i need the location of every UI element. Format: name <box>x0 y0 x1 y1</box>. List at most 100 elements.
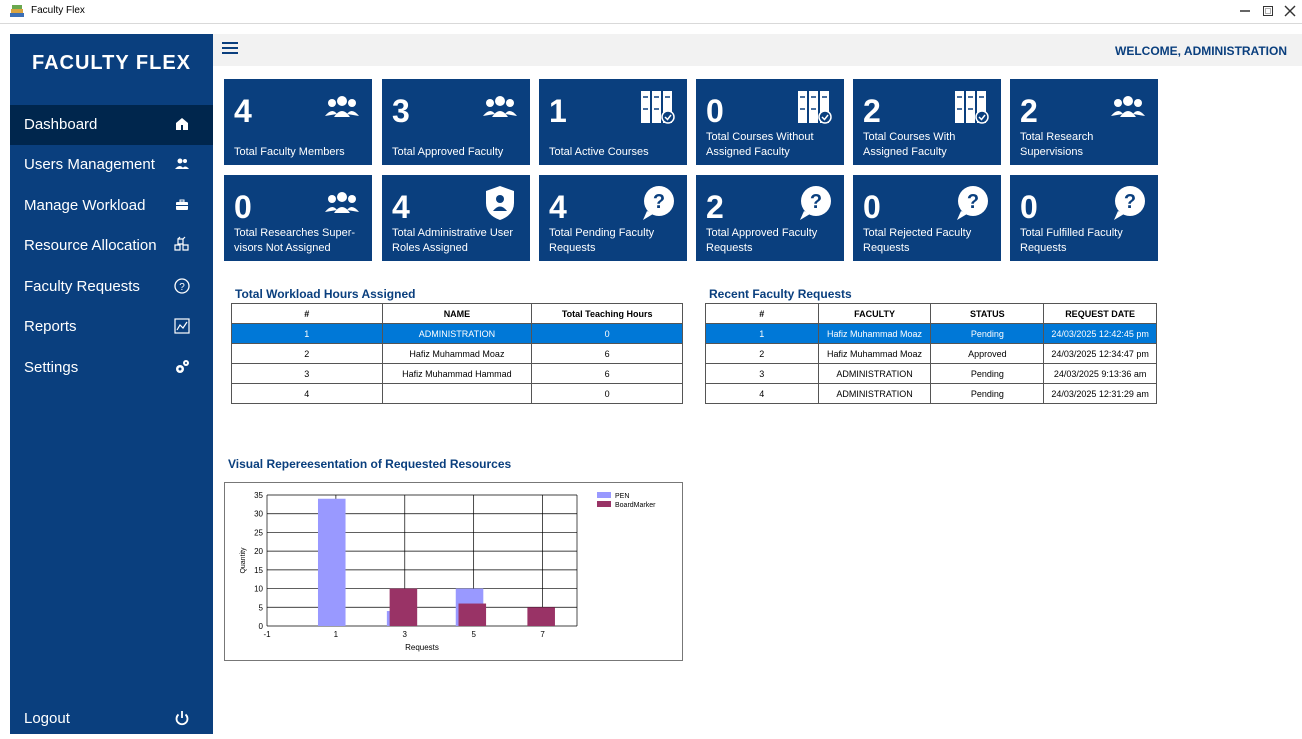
bar-pen <box>317 498 346 626</box>
sidebar-item-users-management[interactable]: Users Management <box>10 145 213 185</box>
books-check-icon <box>798 91 832 124</box>
card-label: Total Approved Faculty Requests <box>706 227 818 254</box>
card-research-supervisions[interactable]: 2 Total Research Supervisions <box>1010 79 1158 165</box>
y-tick-label: 10 <box>254 585 263 594</box>
card-value: 2 <box>1020 93 1038 129</box>
sidebar-item-label: Settings <box>24 359 79 376</box>
y-tick-label: 20 <box>254 547 263 556</box>
table-cell: 2 <box>231 343 383 364</box>
card-pending-requests[interactable]: 4 ? Total Pending Faculty Requests <box>539 175 687 261</box>
sidebar-item-label: Manage Workload <box>24 197 146 214</box>
table-row[interactable]: 4 ADMINISTRATION Pending 24/03/2025 12:3… <box>705 383 1157 404</box>
briefcase-icon <box>176 199 188 210</box>
sidebar-item-manage-workload[interactable]: Manage Workload <box>10 186 213 226</box>
minimize-button[interactable] <box>1236 2 1254 20</box>
bar-boardmarker <box>389 588 418 626</box>
table-cell: 4 <box>705 383 819 404</box>
sidebar-item-dashboard[interactable]: Dashboard <box>10 105 213 145</box>
card-courses-without-faculty[interactable]: 0 Total Courses Without Assigned Faculty <box>696 79 844 165</box>
close-button[interactable] <box>1281 2 1299 20</box>
question-bubble-icon: ? <box>800 186 831 220</box>
card-label: Total Courses With Assigned Faculty <box>863 131 956 158</box>
column-header[interactable]: FACULTY <box>817 303 932 324</box>
card-label: Total Administrative User Roles Assigned <box>392 227 514 254</box>
window-title: Faculty Flex <box>31 5 85 16</box>
question-bubble-icon: ? <box>957 186 988 220</box>
card-total-active-courses[interactable]: 1 Total Active Courses <box>539 79 687 165</box>
card-admin-roles-assigned[interactable]: 4 Total Administrative User Roles Assign… <box>382 175 530 261</box>
users-icon <box>1111 96 1145 117</box>
bar-boardmarker <box>458 603 487 626</box>
table-cell: 6 <box>531 343 683 364</box>
svg-text:?: ? <box>179 282 185 293</box>
hamburger-icon <box>222 42 238 44</box>
card-label: Total Research Supervisions <box>1020 131 1094 158</box>
card-label: Total Rejected Faculty Requests <box>863 227 972 254</box>
card-fulfilled-requests[interactable]: 0 ? Total Fulfilled Faculty Requests <box>1010 175 1158 261</box>
card-value: 1 <box>549 93 567 129</box>
card-supervisors-not-assigned[interactable]: 0 Total Researches Super-visors Not Assi… <box>224 175 372 261</box>
card-courses-with-faculty[interactable]: 2 Total Courses With Assigned Faculty <box>853 79 1001 165</box>
sidebar-item-resource-allocation[interactable]: Resource Allocation <box>10 226 213 266</box>
sidebar-item-settings[interactable]: Settings <box>10 348 213 388</box>
table-cell: 0 <box>531 383 683 404</box>
svg-text:?: ? <box>1124 191 1136 213</box>
table-cell: ADMINISTRATION <box>817 363 932 384</box>
column-header[interactable]: # <box>705 303 819 324</box>
sidebar-item-label: Reports <box>24 318 77 335</box>
question-bubble-icon: ? <box>643 186 674 220</box>
table-cell: Pending <box>930 323 1045 344</box>
boxes-icon <box>174 236 189 251</box>
card-value: 0 <box>1020 189 1038 225</box>
table-cell: 3 <box>231 363 383 384</box>
logout-button[interactable]: Logout <box>10 699 213 739</box>
table-cell: ADMINISTRATION <box>381 323 533 344</box>
question-bubble-icon: ? <box>1114 186 1145 220</box>
card-approved-requests[interactable]: 2 ? Total Approved Faculty Requests <box>696 175 844 261</box>
table-row[interactable]: 1 Hafiz Muhammad Moaz Pending 24/03/2025… <box>705 323 1157 344</box>
column-header[interactable]: # <box>231 303 383 324</box>
sidebar-item-faculty-requests[interactable]: Faculty Requests ? <box>10 267 213 307</box>
column-header[interactable]: NAME <box>381 303 533 324</box>
resource-chart-panel: 0 5 10 15 20 25 30 35 -1 1 3 5 7 Requests Quantity PEN B… <box>224 482 683 661</box>
question-icon: ? <box>174 278 190 294</box>
table-cell: Hafiz Muhammad Moaz <box>817 323 932 344</box>
table-cell: 1 <box>705 323 819 344</box>
resource-chart: 05101520253035-1 1 3 5 7RequestsQuantityPENB… <box>240 491 656 652</box>
card-value: 0 <box>706 93 724 129</box>
table-row[interactable]: 2 Hafiz Muhammad Moaz Approved 24/03/202… <box>705 343 1157 364</box>
legend-label: BoardMarker <box>615 502 656 509</box>
books-icon <box>641 91 675 124</box>
table-cell: ADMINISTRATION <box>817 383 932 404</box>
column-header[interactable]: STATUS <box>930 303 1045 324</box>
table-cell: Approved <box>930 343 1045 364</box>
table-row[interactable]: 3 Hafiz Muhammad Hammad 6 <box>231 363 683 384</box>
card-rejected-requests[interactable]: 0 ? Total Rejected Faculty Requests <box>853 175 1001 261</box>
table-row[interactable]: 1 ADMINISTRATION 0 <box>231 323 683 344</box>
sidebar-item-label: Resource Allocation <box>24 237 157 254</box>
card-value: 3 <box>392 93 410 129</box>
table-row[interactable]: 3 ADMINISTRATION Pending 24/03/2025 9:13… <box>705 363 1157 384</box>
table-cell: 2 <box>705 343 819 364</box>
menu-toggle-button[interactable] <box>222 42 238 54</box>
x-tick-label: 3 <box>403 630 408 639</box>
y-tick-label: 5 <box>259 603 264 612</box>
books-check-icon <box>955 91 989 124</box>
column-header[interactable]: REQUEST DATE <box>1043 303 1157 324</box>
x-tick-label: 5 <box>471 630 476 639</box>
sidebar-item-label: Users Management <box>24 156 155 173</box>
table-row[interactable]: 4 0 <box>231 383 683 404</box>
column-header[interactable]: Total Teaching Hours <box>531 303 683 324</box>
table-row[interactable]: 2 Hafiz Muhammad Moaz 6 <box>231 343 683 364</box>
card-total-faculty-members[interactable]: 4 Total Faculty Members <box>224 79 372 165</box>
maximize-button[interactable] <box>1259 2 1277 20</box>
window-titlebar: Faculty Flex <box>0 0 1302 24</box>
sidebar-item-reports[interactable]: Reports <box>10 307 213 347</box>
sidebar-item-label: Dashboard <box>24 116 98 133</box>
svg-text:?: ? <box>967 191 979 213</box>
x-tick-label: 1 <box>334 630 339 639</box>
card-value: 2 <box>706 189 724 225</box>
table-cell: 3 <box>705 363 819 384</box>
workload-table: # NAME Total Teaching Hours 1 ADMINISTRA… <box>231 303 683 404</box>
card-total-approved-faculty[interactable]: 3 Total Approved Faculty <box>382 79 530 165</box>
